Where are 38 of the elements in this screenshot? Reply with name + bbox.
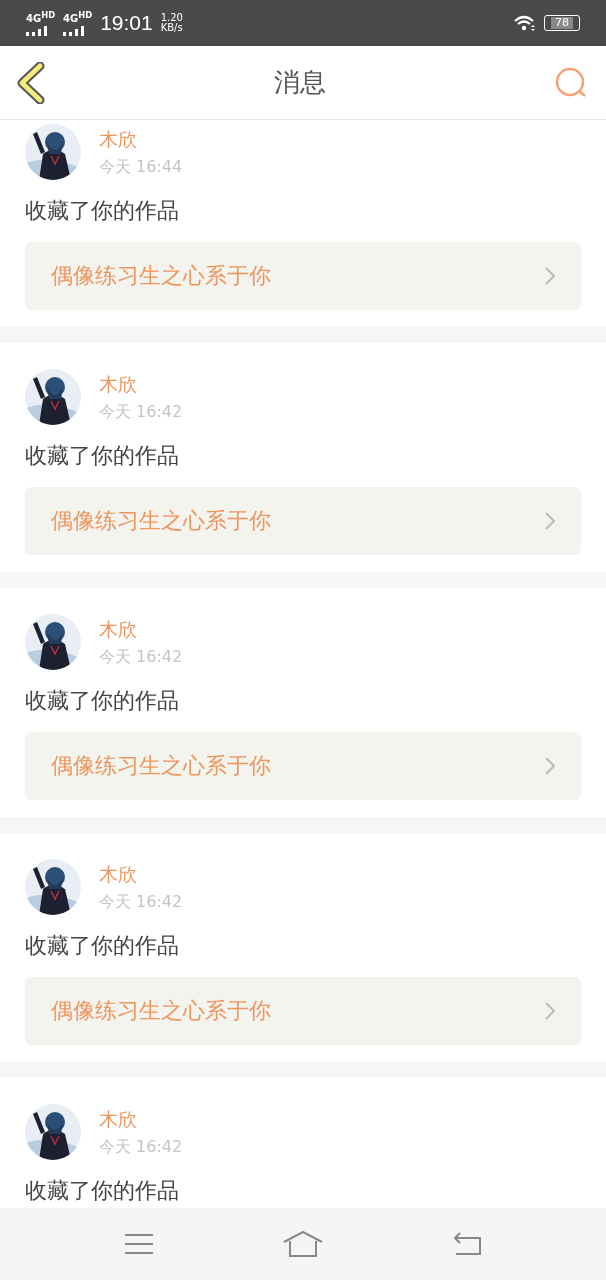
message-time: 今天 16:42 — [99, 401, 183, 423]
home-icon[interactable] — [283, 1231, 323, 1257]
work-link[interactable]: 偶像练习生之心系于你 — [25, 977, 581, 1045]
search-icon[interactable] — [554, 65, 588, 100]
message-time: 今天 16:44 — [99, 156, 183, 178]
message-text: 收藏了你的作品 — [25, 1177, 180, 1205]
work-link[interactable]: 偶像练习生之心系于你 — [25, 242, 581, 310]
menu-icon[interactable] — [124, 1233, 155, 1255]
network-label: 4G$^{HD}$ — [63, 10, 93, 25]
speed-unit: KB/s — [160, 23, 183, 33]
clock: 19:01 — [100, 11, 153, 35]
user-name[interactable]: 木欣 — [99, 1106, 183, 1133]
work-link[interactable]: 偶像练习生之心系于你 — [25, 732, 581, 800]
chevron-icon — [545, 267, 555, 285]
message-text: 收藏了你的作品 — [25, 197, 180, 225]
chevron-icon — [545, 512, 555, 530]
message-time: 今天 16:42 — [99, 646, 183, 668]
battery-icon: 78 — [544, 15, 580, 31]
chevron-icon — [545, 1002, 555, 1020]
page-title: 消息 — [274, 66, 326, 99]
work-link[interactable]: 偶像练习生之心系于你 — [25, 487, 581, 555]
user-name[interactable]: 木欣 — [99, 126, 183, 153]
wifi-icon — [514, 15, 536, 31]
signal-icon — [26, 25, 48, 36]
user-name[interactable]: 木欣 — [99, 371, 183, 398]
back-arrow-icon[interactable] — [451, 1232, 482, 1256]
message-text: 收藏了你的作品 — [25, 932, 180, 960]
user-name[interactable]: 木欣 — [99, 861, 183, 888]
network-label: 4G$^{HD}$ — [26, 10, 56, 25]
user-name[interactable]: 木欣 — [99, 616, 183, 643]
chevron-icon — [545, 757, 555, 775]
message-text: 收藏了你的作品 — [25, 442, 180, 470]
message-time: 今天 16:42 — [99, 891, 183, 913]
message-time: 今天 16:42 — [99, 1136, 183, 1158]
network-speed: 1.20 — [160, 13, 183, 23]
message-text: 收藏了你的作品 — [25, 687, 180, 715]
signal-icon — [63, 25, 86, 36]
back-icon[interactable] — [16, 61, 46, 104]
